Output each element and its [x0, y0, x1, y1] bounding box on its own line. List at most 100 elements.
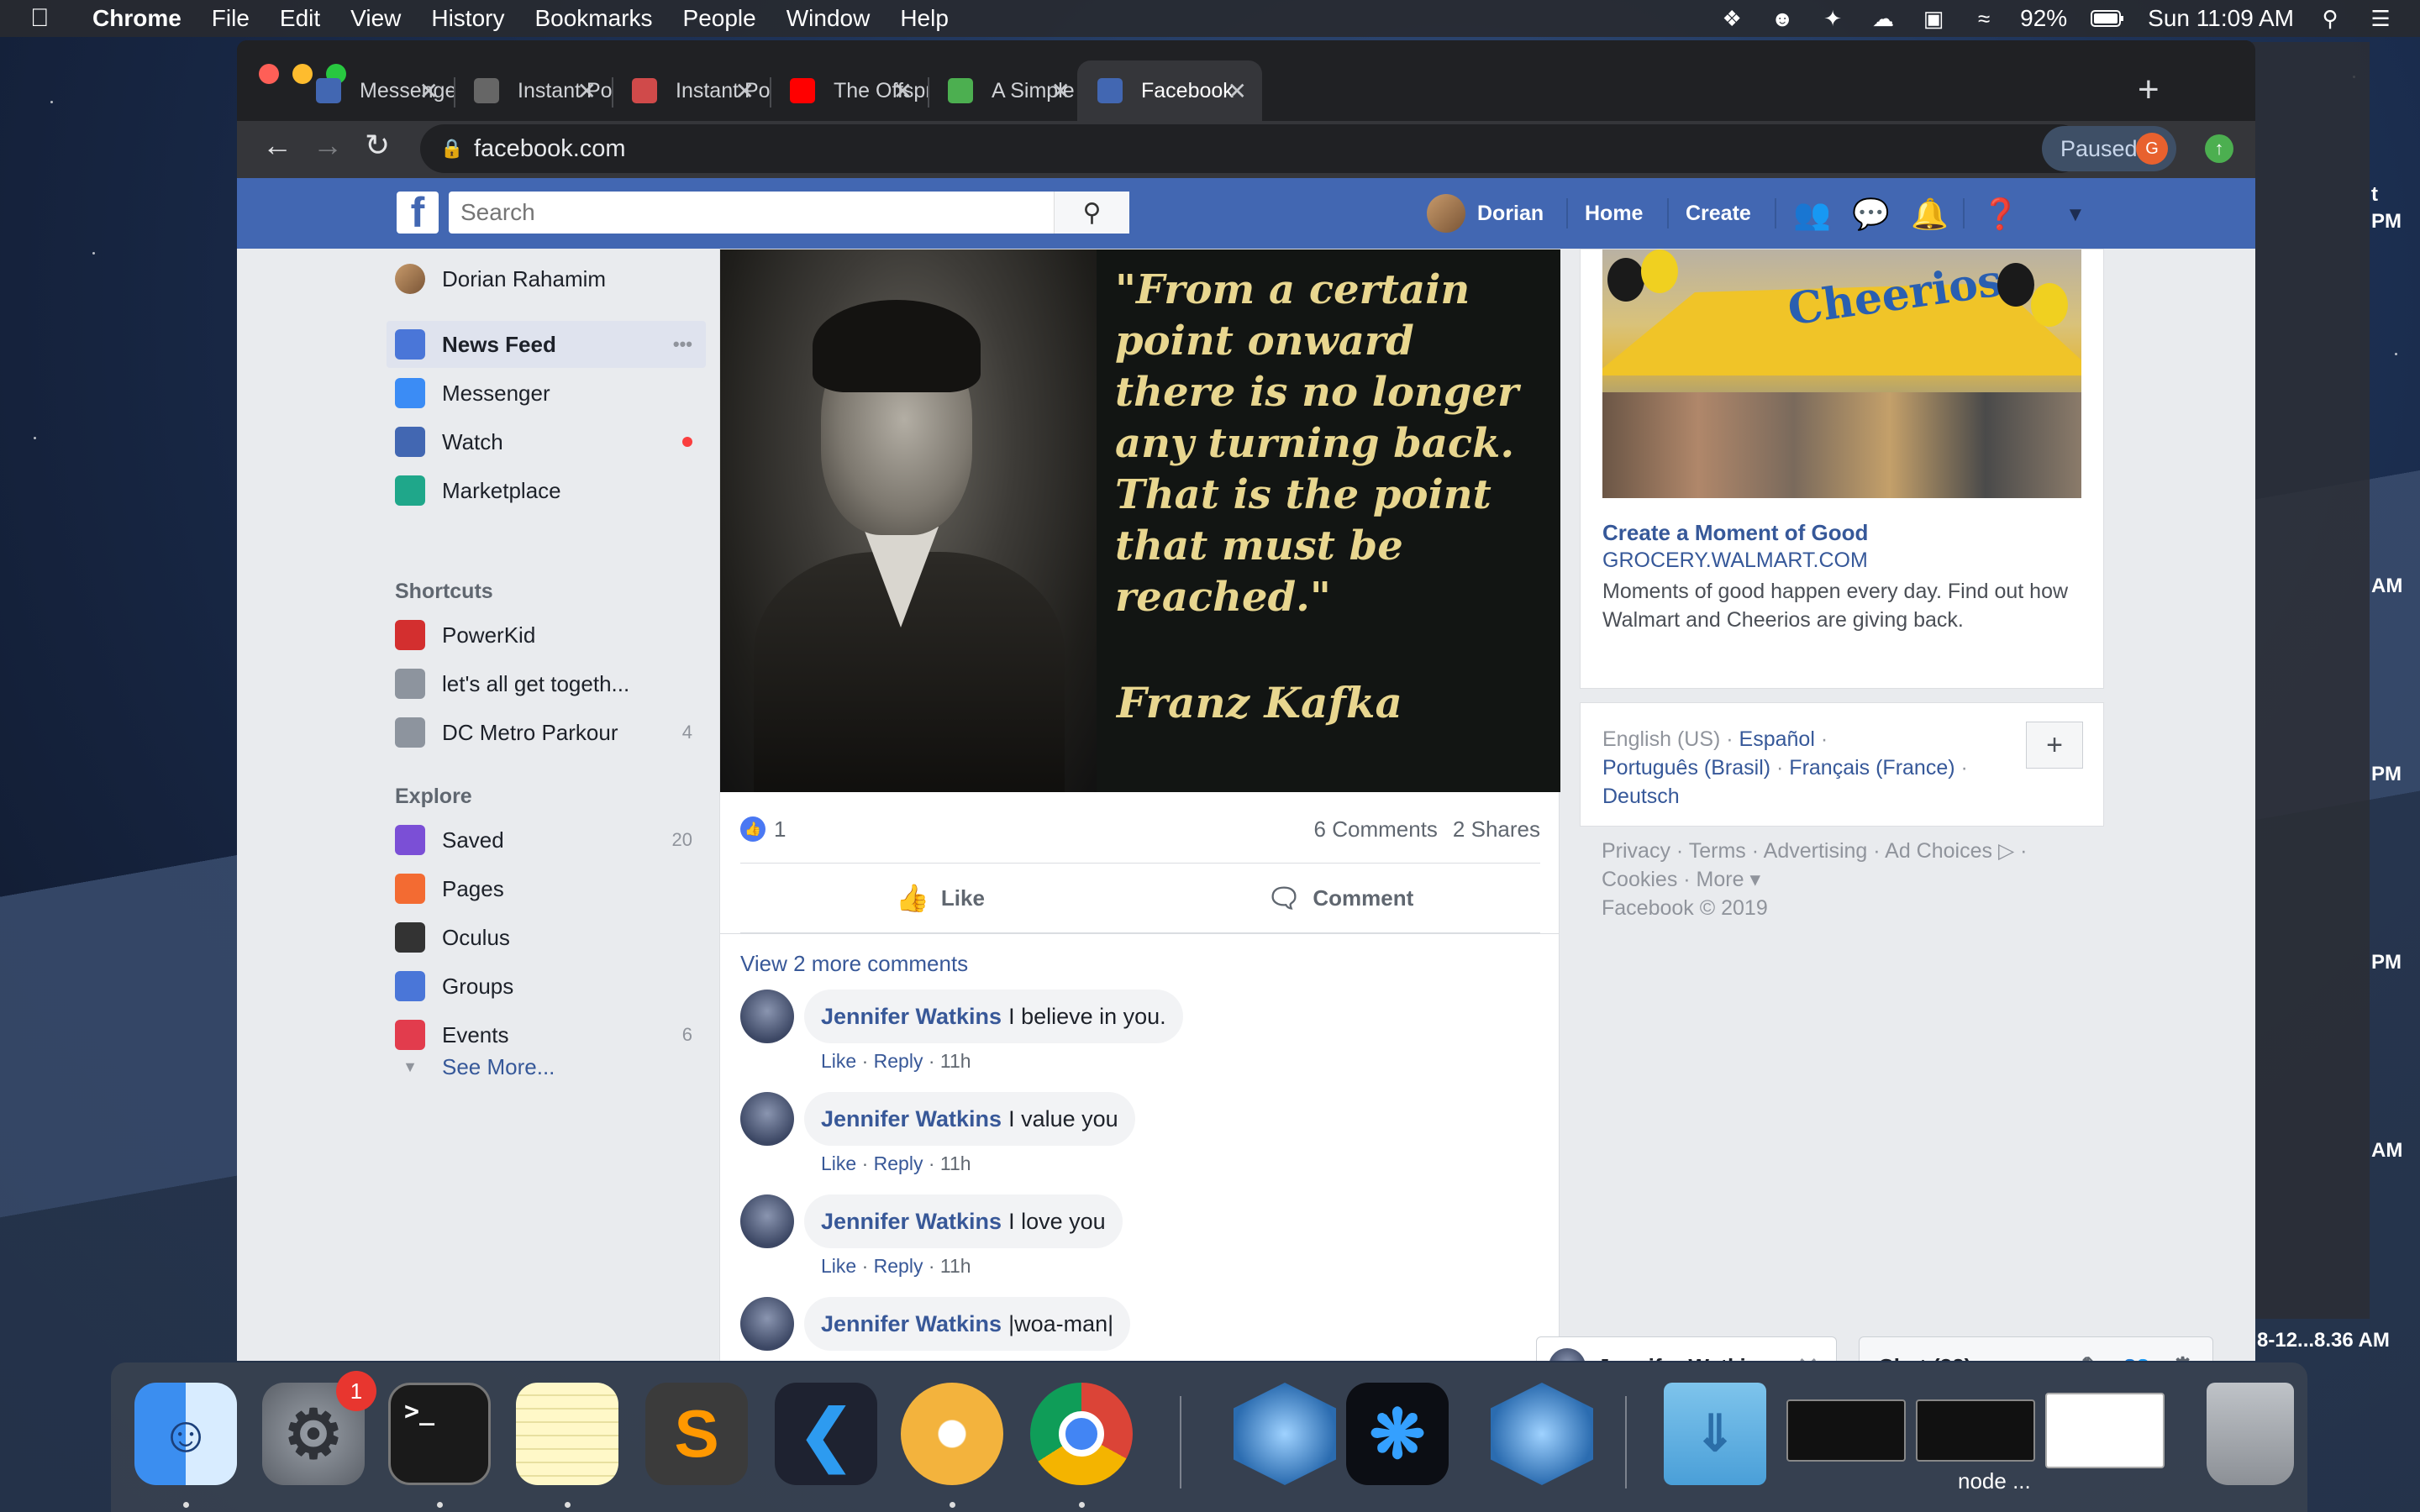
chrome-icon[interactable]	[1030, 1383, 1133, 1485]
like-button[interactable]: 👍 Like	[740, 864, 1140, 932]
menu-view[interactable]: View	[350, 5, 401, 32]
browser-tab[interactable]: Messenger ✕	[296, 60, 454, 121]
ad-choices-icon[interactable]: ▷	[1992, 839, 2014, 863]
browser-tab[interactable]: Facebook ✕	[1077, 60, 1262, 121]
menu-window[interactable]: Window	[786, 5, 871, 32]
menu-history[interactable]: History	[431, 5, 504, 32]
avatar[interactable]	[740, 1092, 794, 1146]
browser-tab[interactable]: The Offspring - You✕	[770, 60, 928, 121]
minimized-node-window[interactable]	[1916, 1399, 2035, 1462]
comment-time[interactable]: 11h	[940, 1050, 971, 1072]
language-link[interactable]: Français (France)	[1789, 756, 1954, 780]
trash-icon[interactable]	[2207, 1383, 2294, 1485]
comment-reply-link[interactable]: Reply	[874, 1050, 923, 1072]
footer-link[interactable]: Ad Choices	[1885, 839, 1992, 863]
close-window-button[interactable]	[259, 64, 279, 84]
menu-edit[interactable]: Edit	[280, 5, 320, 32]
comment-time[interactable]: 11h	[940, 1255, 971, 1277]
comment-like-link[interactable]: Like	[821, 1152, 856, 1174]
battle-net-icon[interactable]: ❋	[1346, 1383, 1449, 1485]
close-tab-icon[interactable]: ✕	[1228, 77, 1247, 105]
comment-time[interactable]: 11h	[940, 1357, 971, 1361]
like-reaction-icon[interactable]: 👍	[740, 816, 765, 842]
spotlight-search-icon[interactable]: ⚲	[2316, 6, 2344, 31]
more-options-icon[interactable]: •••	[673, 333, 692, 355]
footer-link[interactable]: Terms	[1689, 839, 1746, 863]
terminal-icon[interactable]: >_	[388, 1383, 491, 1485]
heroes-app-icon[interactable]	[1491, 1383, 1593, 1485]
close-tab-icon[interactable]: ✕	[577, 77, 597, 105]
profile-button[interactable]: Paused G	[2042, 126, 2176, 171]
reaction-count[interactable]: 1	[774, 816, 786, 843]
fb-profile-link[interactable]: Dorian	[1427, 178, 1544, 249]
reload-icon[interactable]: ↻	[365, 128, 390, 163]
ad-url[interactable]: GROCERY.WALMART.COM	[1602, 549, 1868, 573]
ad-image[interactable]: Cheerios	[1602, 249, 2081, 498]
fb-create-link[interactable]: Create	[1686, 178, 1751, 249]
see-more-link[interactable]: ▼ See More...	[387, 1043, 706, 1090]
close-tab-icon[interactable]: ✕	[419, 77, 439, 105]
minimized-chrome-window[interactable]	[2045, 1393, 2165, 1468]
new-tab-button[interactable]: +	[2138, 69, 2160, 111]
menu-file[interactable]: File	[212, 5, 250, 32]
search-icon[interactable]: ⚲	[1054, 192, 1129, 234]
back-arrow-icon[interactable]: ←	[262, 128, 292, 163]
comment-author[interactable]: Jennifer Watkins	[821, 1311, 1002, 1337]
postgres-icon[interactable]: ☻	[1768, 6, 1797, 31]
sponsored-ad[interactable]: Cheerios Create a Moment of Good GROCERY…	[1580, 249, 2104, 689]
help-icon[interactable]: ❓	[1981, 197, 2019, 232]
sidebar-item-powerkid[interactable]: PowerKid	[387, 612, 706, 659]
browser-tab[interactable]: A Simple Sauteed S✕	[928, 60, 1086, 121]
sidebar-item-oculus[interactable]: Oculus	[387, 914, 706, 961]
close-tab-icon[interactable]: ✕	[1051, 77, 1071, 105]
app-status-icon[interactable]: ▣	[1919, 6, 1948, 31]
sidebar-item-pages[interactable]: Pages	[387, 865, 706, 912]
facebook-logo-icon[interactable]: f	[397, 192, 439, 234]
sidebar-item-marketplace[interactable]: Marketplace	[387, 467, 706, 514]
cloud-icon[interactable]: ☁	[1869, 6, 1897, 31]
dropbox-icon[interactable]: ❖	[1718, 6, 1746, 31]
gear-icon[interactable]: ⚙	[2171, 1352, 2194, 1362]
comment-reply-link[interactable]: Reply	[874, 1255, 923, 1277]
comment-like-link[interactable]: Like	[821, 1357, 856, 1361]
chat-tab-contact[interactable]: Jennifer Watkins ✕	[1536, 1336, 1837, 1361]
wifi-icon[interactable]: ≈	[1970, 6, 1998, 31]
fb-search-input[interactable]	[460, 199, 1049, 226]
add-language-button[interactable]: +	[2026, 722, 2083, 769]
notification-center-icon[interactable]: ☰	[2366, 6, 2395, 31]
heroes-launcher-icon[interactable]	[1234, 1383, 1336, 1485]
language-link[interactable]: Português (Brasil)	[1602, 756, 1770, 780]
sidebar-item-news-feed[interactable]: News Feed •••	[387, 321, 706, 368]
close-icon[interactable]: ✕	[1797, 1351, 1819, 1361]
sublime-text-icon[interactable]: S	[645, 1383, 748, 1485]
footer-link[interactable]: Cookies	[1602, 868, 1677, 891]
notifications-bell-icon[interactable]: 🔔	[1911, 197, 1949, 232]
view-more-comments-link[interactable]: View 2 more comments	[740, 951, 968, 977]
new-message-icon[interactable]: ✎	[2081, 1352, 2102, 1362]
fb-home-link[interactable]: Home	[1585, 178, 1643, 249]
fb-search-box[interactable]: ⚲	[449, 192, 1129, 234]
account-menu-chevron-icon[interactable]: ▼	[2065, 203, 2086, 227]
sidebar-user-profile[interactable]: Dorian Rahamim	[387, 255, 706, 302]
menu-help[interactable]: Help	[900, 5, 949, 32]
sidebar-item-groups[interactable]: Groups	[387, 963, 706, 1010]
sidebar-item-let-s-all-get-togeth[interactable]: let's all get togeth...	[387, 660, 706, 707]
menu-people[interactable]: People	[683, 5, 756, 32]
footer-link[interactable]: Advertising	[1764, 839, 1868, 863]
more-chevron-icon[interactable]: ▾	[1744, 868, 1760, 891]
comment-author[interactable]: Jennifer Watkins	[821, 1106, 1002, 1132]
battery-percent[interactable]: 92%	[2020, 5, 2067, 32]
comments-count[interactable]: 6 Comments	[1314, 816, 1438, 843]
vscode-icon[interactable]: ❮	[775, 1383, 877, 1485]
comment-time[interactable]: 11h	[940, 1152, 971, 1174]
footer-link[interactable]: More	[1697, 868, 1744, 891]
comment-like-link[interactable]: Like	[821, 1255, 856, 1277]
avatar[interactable]	[740, 990, 794, 1043]
comment-author[interactable]: Jennifer Watkins	[821, 1209, 1002, 1235]
menubar-clock[interactable]: Sun 11:09 AM	[2148, 5, 2294, 32]
shares-count[interactable]: 2 Shares	[1453, 816, 1540, 843]
close-tab-icon[interactable]: ✕	[893, 77, 913, 105]
comment-author[interactable]: Jennifer Watkins	[821, 1004, 1002, 1030]
language-link[interactable]: Español	[1739, 727, 1815, 751]
footer-link[interactable]: Privacy	[1602, 839, 1670, 863]
